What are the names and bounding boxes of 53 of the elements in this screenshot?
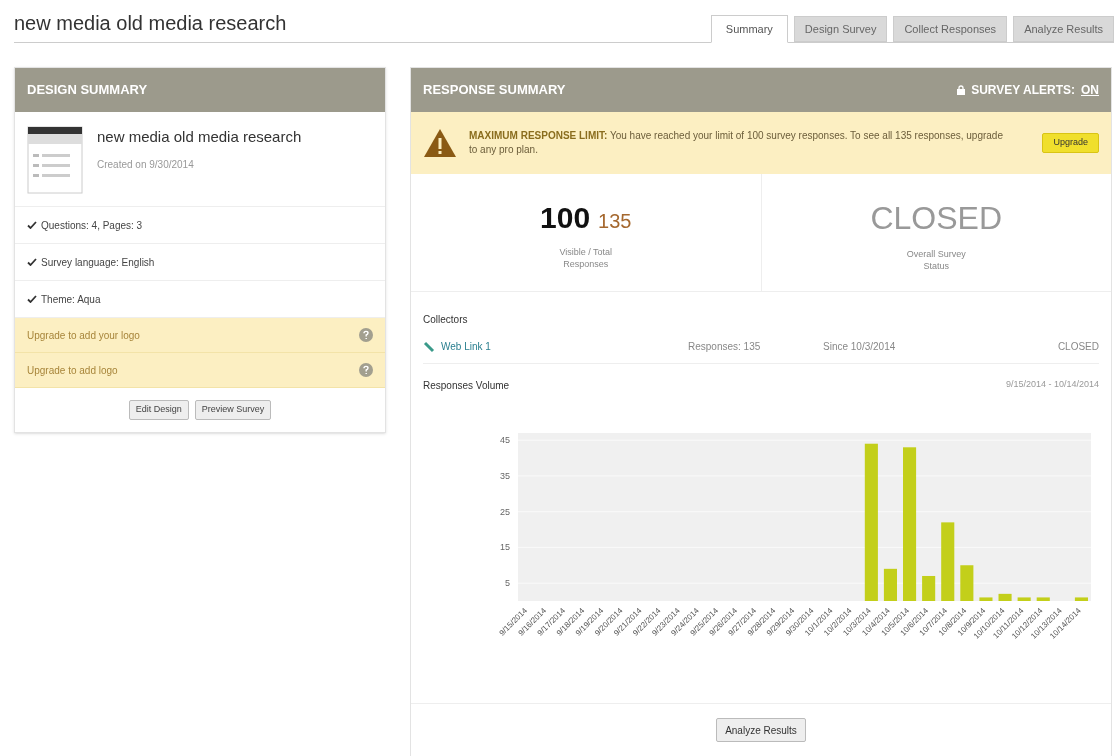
stat-value: 100 xyxy=(540,200,591,236)
section-heading: Collectors xyxy=(423,314,468,325)
bar xyxy=(1036,597,1050,601)
stat-value: CLOSED xyxy=(870,198,1003,238)
stat-label: Visible / Total Responses xyxy=(558,246,614,270)
alerts-toggle[interactable]: ON xyxy=(1081,81,1099,99)
section-heading: Responses Volume xyxy=(423,379,510,393)
collector-link[interactable]: Web Link 1 xyxy=(441,339,491,354)
panel-title: RESPONSE SUMMARY xyxy=(423,81,566,100)
bar xyxy=(979,597,993,601)
analyze-results-button[interactable]: Analyze Results xyxy=(716,718,806,742)
collector-since: Since 10/3/2014 xyxy=(823,340,896,354)
date-range: 9/15/2014 - 10/14/2014 xyxy=(1005,378,1099,391)
panel-title: DESIGN SUMMARY xyxy=(27,81,148,100)
tab[interactable]: Design Survey xyxy=(793,16,888,42)
panel-button[interactable]: Edit Design xyxy=(128,400,189,420)
y-tick-label: 45 xyxy=(500,435,510,446)
warning-icon xyxy=(423,128,457,158)
bar xyxy=(1074,597,1088,601)
check-icon xyxy=(27,221,37,229)
alert-message: MAXIMUM RESPONSE LIMIT: You have reached your limit of 100 survey responses. To see all 135 responses, upgrade to any pro plan. xyxy=(469,129,1004,157)
bar xyxy=(998,593,1012,601)
tab[interactable]: Analyze Results xyxy=(1013,16,1114,42)
summary-item: Questions: 4, Pages: 3 xyxy=(41,218,143,233)
upgrade-link[interactable]: Upgrade to add your logo xyxy=(27,327,140,343)
panel-button[interactable]: Preview Survey xyxy=(194,400,272,420)
check-icon xyxy=(27,258,37,266)
upgrade-link[interactable]: Upgrade to add logo xyxy=(27,362,118,378)
y-tick-label: 25 xyxy=(500,506,510,517)
help-icon[interactable] xyxy=(359,328,373,342)
upgrade-button[interactable]: Upgrade xyxy=(1042,133,1099,153)
survey-name: new media old media research xyxy=(97,127,302,147)
check-icon xyxy=(27,295,37,303)
collector-status: CLOSED xyxy=(1057,340,1099,354)
summary-item: Theme: Aqua xyxy=(41,292,101,307)
tab[interactable]: Summary xyxy=(710,15,788,43)
summary-item: Survey language: English xyxy=(41,255,155,270)
lock-icon xyxy=(957,85,966,95)
created-date: Created on 9/30/2014 xyxy=(97,157,195,172)
bar xyxy=(960,565,974,601)
y-tick-label: 15 xyxy=(500,542,510,553)
stat-label: Overall Survey Status xyxy=(905,247,967,272)
stat-total: 135 xyxy=(598,209,632,234)
tab[interactable]: Collect Responses xyxy=(893,16,1008,42)
help-icon[interactable] xyxy=(359,363,373,377)
bar xyxy=(922,576,936,601)
alerts-label: SURVEY ALERTS: xyxy=(971,82,1075,99)
survey-thumbnail-icon xyxy=(27,126,83,194)
bar xyxy=(1017,597,1031,601)
collector-responses: Responses: 135 xyxy=(688,340,762,354)
y-tick-label: 35 xyxy=(500,470,510,481)
page-title: new media old media research xyxy=(14,11,287,36)
y-tick-label: 5 xyxy=(505,578,510,589)
